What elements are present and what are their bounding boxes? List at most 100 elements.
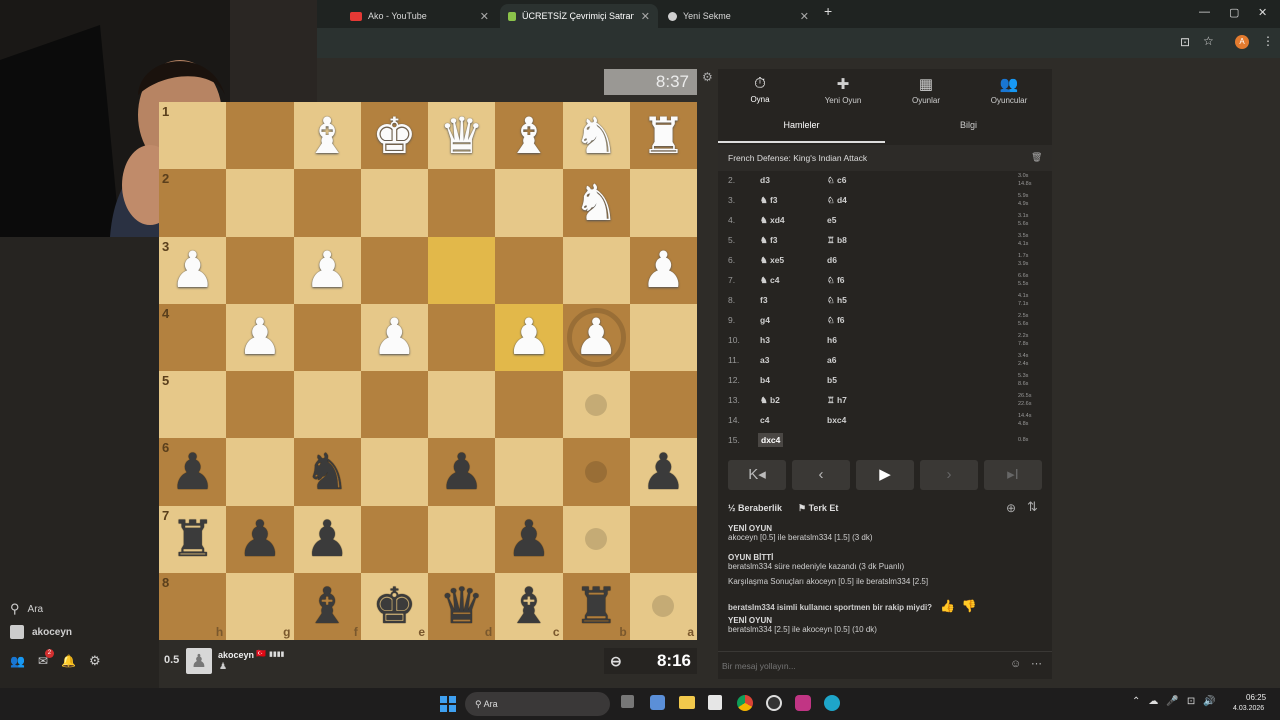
flip-board-icon[interactable]: ⇅	[1027, 499, 1038, 515]
black-pawn-piece[interactable]: ♟	[237, 514, 282, 564]
board-square[interactable]	[495, 371, 563, 439]
board-square[interactable]: ♜	[629, 102, 697, 170]
board-square[interactable]	[562, 236, 630, 304]
close-icon[interactable]: ✕	[480, 10, 489, 23]
last-move-button[interactable]: ▸I	[984, 460, 1042, 490]
player-name[interactable]: akoceyn	[218, 650, 254, 660]
black-pawn-piece[interactable]: ♟	[641, 447, 686, 497]
board-square[interactable]	[629, 371, 697, 439]
tab-moves[interactable]: Hamleler	[718, 111, 885, 143]
add-time-icon[interactable]: ⊕	[1006, 501, 1016, 515]
board-square[interactable]: ♟	[293, 505, 361, 573]
board-square[interactable]: ♟	[495, 303, 563, 371]
black-move[interactable]: ♘ c6	[827, 175, 846, 186]
nav-new-game[interactable]: ✚ Yeni Oyun	[808, 75, 878, 105]
white-pawn-piece[interactable]: ♟	[506, 312, 551, 362]
white-king-piece[interactable]: ♚	[372, 111, 417, 161]
instagram-icon[interactable]	[795, 695, 811, 711]
board-square[interactable]: ♟	[562, 303, 630, 371]
board-square[interactable]: 7 ♜	[159, 505, 227, 573]
board-square[interactable]: ♝	[495, 102, 563, 170]
board-square[interactable]	[428, 371, 496, 439]
board-square[interactable]	[562, 505, 630, 573]
white-knight-piece[interactable]: ♞	[574, 178, 619, 228]
move-hint-dot[interactable]	[585, 460, 608, 483]
white-bishop-piece[interactable]: ♝	[305, 111, 350, 161]
white-move[interactable]: a3	[760, 355, 769, 365]
black-pawn-piece[interactable]: ♟	[305, 514, 350, 564]
move-hint-dot[interactable]	[652, 595, 675, 618]
board-square[interactable]	[629, 303, 697, 371]
close-window-button[interactable]: ✕	[1258, 6, 1267, 19]
board-square[interactable]	[226, 371, 294, 439]
white-move[interactable]: ♞ b2	[760, 395, 780, 406]
nav-play[interactable]: ⏱ Oyna	[725, 75, 795, 104]
board-square[interactable]	[226, 236, 294, 304]
windows-start-icon[interactable]	[440, 696, 456, 712]
white-move[interactable]: ♞ c4	[760, 275, 779, 286]
first-move-button[interactable]: K◂	[728, 460, 786, 490]
tab-youtube[interactable]: Ako - YouTube ✕	[342, 4, 497, 28]
taskview-icon[interactable]	[621, 695, 634, 708]
white-pawn-piece[interactable]: ♟	[305, 245, 350, 295]
explorer-icon[interactable]	[679, 696, 695, 709]
play-button[interactable]: ▶	[856, 460, 914, 490]
tab-info[interactable]: Bilgi	[885, 111, 1052, 143]
board-square[interactable]: ♞	[562, 102, 630, 170]
friends-icon[interactable]: 👥	[10, 654, 25, 668]
chess-board[interactable]: 1 ♝ ♚ ♛ ♝ ♞ ♜ 2 ♞ 3 ♟ ♟ ♟ 4 ♟ ♟ ♟ ♟ 5 6 ♟ ♞ ♟ ♟ 7 ♜ ♟ ♟ ♟ 8 h g f ♝ e ♚ d ♛ c ♝…	[159, 102, 697, 640]
board-square[interactable]: g	[226, 572, 294, 640]
board-square[interactable]	[495, 236, 563, 304]
black-pawn-piece[interactable]: ♟	[439, 447, 484, 497]
white-knight-piece[interactable]: ♞	[574, 111, 619, 161]
black-move[interactable]: b5	[827, 375, 837, 385]
widgets-icon[interactable]	[650, 695, 665, 710]
white-pawn-piece[interactable]: ♟	[237, 312, 282, 362]
menu-icon[interactable]: ⋮	[1262, 34, 1274, 48]
board-square[interactable]: ♞	[293, 438, 361, 506]
black-move[interactable]: ♘ d4	[827, 195, 847, 206]
chat-input[interactable]	[722, 658, 992, 674]
trash-icon[interactable]: 🗑	[1031, 152, 1042, 163]
obs-icon[interactable]	[766, 695, 782, 711]
board-square[interactable]: ♟	[629, 236, 697, 304]
board-square[interactable]: f ♝	[293, 572, 361, 640]
board-square[interactable]: ♟	[226, 505, 294, 573]
board-square[interactable]	[293, 371, 361, 439]
move-hint-dot[interactable]	[585, 528, 608, 551]
edge-icon[interactable]	[824, 695, 840, 711]
board-square[interactable]	[226, 102, 294, 170]
white-move[interactable]: g4	[760, 315, 770, 325]
white-pawn-piece[interactable]: ♟	[170, 245, 215, 295]
black-bishop-piece[interactable]: ♝	[305, 581, 350, 631]
next-move-button[interactable]: ›	[920, 460, 978, 490]
white-move[interactable]: b4	[760, 375, 770, 385]
resign-button[interactable]: ⚑ Terk Et	[798, 503, 838, 514]
black-move[interactable]: ♘ f6	[827, 275, 845, 286]
white-move[interactable]: h3	[760, 335, 770, 345]
sidebar-user[interactable]: akoceyn	[10, 625, 72, 639]
board-square[interactable]: 5	[159, 371, 227, 439]
board-square[interactable]: d ♛	[428, 572, 496, 640]
black-move[interactable]: ♖ b8	[827, 235, 847, 246]
board-square[interactable]: a	[629, 572, 697, 640]
new-tab-button[interactable]: +	[824, 3, 832, 19]
tray-icons[interactable]: ⌃☁🎤⊡🔊	[1132, 696, 1224, 707]
board-square[interactable]	[226, 438, 294, 506]
white-queen-piece[interactable]: ♛	[439, 111, 484, 161]
bell-icon[interactable]: 🔔	[61, 654, 76, 668]
board-square[interactable]: ♚	[360, 102, 428, 170]
chrome-icon[interactable]	[737, 695, 753, 711]
mail-icon[interactable]: ✉ 2	[38, 649, 54, 668]
black-move[interactable]: e5	[827, 215, 836, 225]
draw-button[interactable]: ½ Beraberlik	[728, 503, 782, 513]
board-square[interactable]	[360, 505, 428, 573]
prev-move-button[interactable]: ‹	[792, 460, 850, 490]
board-square[interactable]: ♟	[360, 303, 428, 371]
tab-chess[interactable]: ÜCRETSİZ Çevrimiçi Satranç Oy ✕	[500, 4, 658, 28]
board-square[interactable]: 6 ♟	[159, 438, 227, 506]
white-move[interactable]: ♞ f3	[760, 235, 778, 246]
board-square[interactable]	[562, 438, 630, 506]
board-square[interactable]	[428, 236, 496, 304]
board-square[interactable]	[428, 505, 496, 573]
